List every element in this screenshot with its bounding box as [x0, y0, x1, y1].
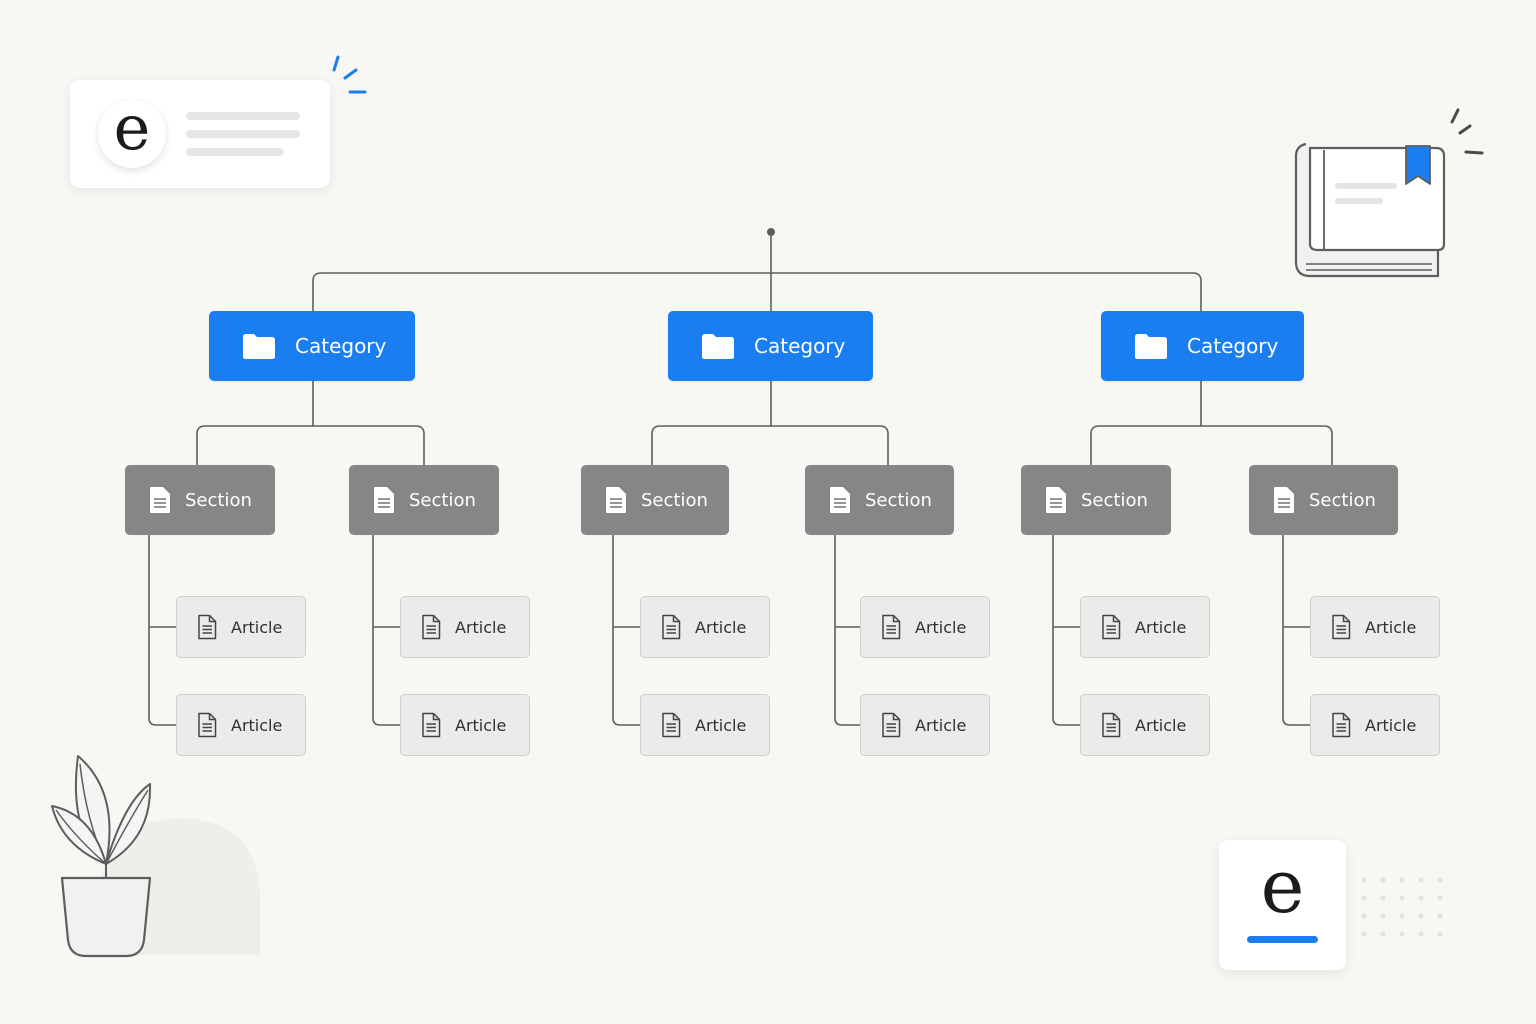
article-label: Article — [455, 617, 507, 637]
section-label: Section — [1081, 489, 1148, 511]
article-label: Article — [231, 715, 283, 735]
section-label: Section — [865, 489, 932, 511]
article-node-3-2-2[interactable]: Article — [1310, 694, 1440, 756]
section-6-article-lines — [1282, 534, 1311, 726]
category-1-branch — [196, 425, 425, 465]
article-node-1-2-1[interactable]: Article — [400, 596, 530, 658]
app-logo-letter: e — [1260, 844, 1305, 930]
article-label: Article — [915, 617, 967, 637]
root-node-dot — [767, 228, 775, 236]
dot-grid-decoration — [1361, 877, 1443, 937]
article-node-3-1-1[interactable]: Article — [1080, 596, 1210, 658]
article-node-1-1-1[interactable]: Article — [176, 596, 306, 658]
section-5-article-lines — [1052, 534, 1081, 726]
section-node-3-1[interactable]: Section — [1021, 465, 1171, 535]
document-icon — [1273, 486, 1295, 514]
document-icon — [829, 486, 851, 514]
document-outline-icon — [197, 712, 217, 738]
category-node-3[interactable]: Category — [1101, 311, 1304, 381]
section-label: Section — [409, 489, 476, 511]
article-node-3-2-1[interactable]: Article — [1310, 596, 1440, 658]
article-node-3-1-2[interactable]: Article — [1080, 694, 1210, 756]
section-node-2-2[interactable]: Section — [805, 465, 954, 535]
category-label: Category — [295, 334, 387, 358]
plant-icon — [51, 755, 260, 958]
knowledge-base-hierarchy: Category Category Category Section Secti… — [0, 0, 1536, 1024]
article-label: Article — [1135, 617, 1187, 637]
document-icon — [373, 486, 395, 514]
article-node-2-2-2[interactable]: Article — [860, 694, 990, 756]
section-node-2-1[interactable]: Section — [581, 465, 729, 535]
section-1-article-lines — [148, 534, 177, 726]
folder-icon — [700, 332, 736, 360]
document-outline-icon — [1101, 614, 1121, 640]
document-outline-icon — [1101, 712, 1121, 738]
sparkle-icon — [332, 55, 367, 94]
section-node-3-2[interactable]: Section — [1249, 465, 1398, 535]
article-node-2-1-2[interactable]: Article — [640, 694, 770, 756]
category-node-2[interactable]: Category — [668, 311, 873, 381]
document-outline-icon — [421, 614, 441, 640]
document-outline-icon — [881, 712, 901, 738]
document-outline-icon — [197, 614, 217, 640]
placeholder-line — [186, 112, 300, 120]
article-node-1-2-2[interactable]: Article — [400, 694, 530, 756]
article-node-2-2-1[interactable]: Article — [860, 596, 990, 658]
category-label: Category — [1187, 334, 1279, 358]
article-label: Article — [1365, 715, 1417, 735]
article-label: Article — [455, 715, 507, 735]
category-label: Category — [754, 334, 846, 358]
article-label: Article — [1135, 715, 1187, 735]
article-label: Article — [915, 715, 967, 735]
folder-icon — [241, 332, 277, 360]
placeholder-line — [186, 130, 300, 138]
app-logo-card: e — [1219, 840, 1346, 970]
document-icon — [149, 486, 171, 514]
section-node-1-2[interactable]: Section — [349, 465, 499, 535]
section-label: Section — [185, 489, 252, 511]
article-node-2-1-1[interactable]: Article — [640, 596, 770, 658]
folder-icon — [1133, 332, 1169, 360]
document-outline-icon — [881, 614, 901, 640]
book-icon — [1294, 108, 1484, 278]
document-outline-icon — [1331, 712, 1351, 738]
document-outline-icon — [661, 712, 681, 738]
article-label: Article — [695, 617, 747, 637]
article-label: Article — [695, 715, 747, 735]
logo-badge: e — [98, 91, 166, 168]
logo-letter: e — [113, 91, 151, 164]
article-label: Article — [231, 617, 283, 637]
placeholder-line — [186, 148, 284, 156]
category-node-1[interactable]: Category — [209, 311, 415, 381]
app-logo-underline — [1247, 936, 1318, 943]
document-icon — [605, 486, 627, 514]
document-outline-icon — [421, 712, 441, 738]
category-2-branch — [651, 425, 889, 465]
document-icon — [1045, 486, 1067, 514]
section-label: Section — [641, 489, 708, 511]
category-3-branch — [1090, 425, 1333, 465]
section-2-article-lines — [372, 534, 401, 726]
document-outline-icon — [661, 614, 681, 640]
section-4-article-lines — [834, 534, 861, 726]
root-branch-line — [312, 272, 1202, 311]
article-label: Article — [1365, 617, 1417, 637]
section-3-article-lines — [612, 534, 641, 726]
section-node-1-1[interactable]: Section — [125, 465, 275, 535]
section-label: Section — [1309, 489, 1376, 511]
document-outline-icon — [1331, 614, 1351, 640]
logo-card: e — [70, 80, 330, 188]
